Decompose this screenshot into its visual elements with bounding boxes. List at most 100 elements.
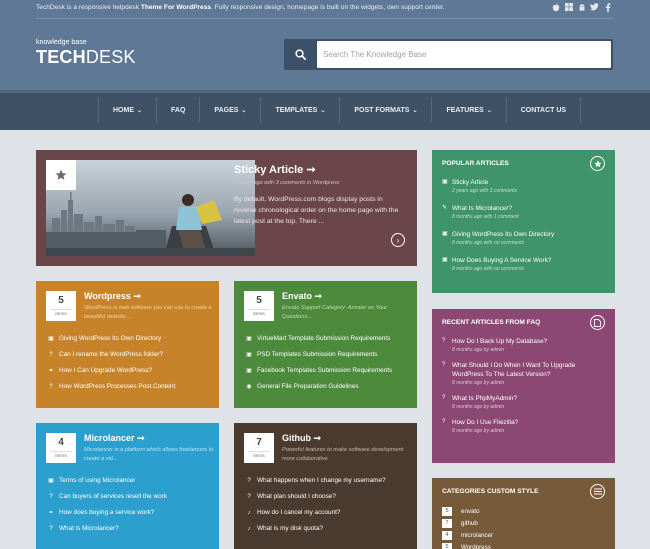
custom-category-link[interactable]: 7 github <box>442 517 607 529</box>
sidebar-article: ? What Is PhpMyAdmin? 8 months ago by admi… <box>442 394 607 411</box>
chevron-down-icon: ⌄ <box>241 107 247 114</box>
categories-custom-title: CATEGORIES CUSTOM STYLE <box>442 488 539 495</box>
facebook-icon[interactable] <box>603 3 612 12</box>
category-description: Powerful features to make software devel… <box>282 447 404 462</box>
site-logo[interactable]: TECHDESK <box>36 47 136 68</box>
category-article-link[interactable]: ◉ General File Preparation Guidelines <box>244 379 414 395</box>
sticky-read-more-button[interactable]: › <box>391 233 405 247</box>
sidebar-article-link[interactable]: ? How Do I Back Up My Database? <box>442 337 607 346</box>
logo-bold: TECH <box>36 47 86 67</box>
category-article-label: General File Preparation Guidelines <box>257 383 359 390</box>
category-article-link[interactable]: ? Can buyers of services resell the work <box>46 489 216 505</box>
category-title[interactable]: Microlancer ➞ <box>84 433 145 444</box>
custom-category-label: microlancer <box>461 531 493 539</box>
popular-articles-widget: POPULAR ARTICLES ▣ Sticky Article 2 years … <box>432 150 615 293</box>
nav-item-label: HOME <box>113 106 134 114</box>
sidebar-article-link[interactable]: ▣ How Does Buying A Service Work? <box>442 256 607 265</box>
category-count: 7 <box>256 437 262 448</box>
nav-item-features[interactable]: FEATURES ⌄ <box>431 97 505 123</box>
sidebar-article-link[interactable]: ✎ What Is Microlancer? <box>442 204 607 213</box>
category-card-github: 7 items Github ➞ Powerful features to make … <box>234 423 417 549</box>
gallery-icon: ▣ <box>442 257 448 263</box>
nav-item-pages[interactable]: PAGES ⌄ <box>199 97 260 123</box>
category-article-link[interactable]: ♪ What is my disk quota? <box>244 521 414 537</box>
category-article-link[interactable]: ▣ PSD Templates Submission Requirements <box>244 347 414 363</box>
search-button[interactable] <box>284 39 316 70</box>
category-article-link[interactable]: ▣ VirtueMart Template Submission Requirem… <box>244 331 414 347</box>
custom-category-count: 5 <box>442 506 452 516</box>
apple-icon[interactable] <box>551 3 560 12</box>
twitter-icon[interactable] <box>590 3 599 12</box>
category-article-list: ▣ Terms of using Microlancer? Can buyers o… <box>46 473 216 537</box>
sidebar-article-link[interactable]: ? What Should I Do When I Want To Upgrade… <box>442 361 607 379</box>
sidebar-article-link[interactable]: ? How Do I Use Filezilla? <box>442 418 607 427</box>
question-icon: ? <box>442 338 446 344</box>
windows-icon[interactable] <box>564 3 573 12</box>
sidebar-article: ▣ How Does Buying A Service Work? 8 months… <box>442 256 607 273</box>
sidebar-article-label: How Do I Back Up My Database? <box>452 338 548 345</box>
category-article-label: How I Can Upgrade WordPress? <box>59 367 152 374</box>
custom-category-link[interactable]: 4 microlancer <box>442 529 607 541</box>
category-article-link[interactable]: ? What plan should I choose? <box>244 489 414 505</box>
category-article-link[interactable]: ⚭ How does buying a service work? <box>46 505 216 521</box>
top-bar-text-bold: Theme For WordPress <box>140 4 212 11</box>
nav-item-label: CONTACT US <box>520 106 567 114</box>
top-bar-divider <box>36 18 614 19</box>
category-title[interactable]: Envato ➞ <box>282 291 322 302</box>
category-article-link[interactable]: ⚭ How I Can Upgrade WordPress? <box>46 363 216 379</box>
category-article-link[interactable]: ♪ How do I cancel my account? <box>244 505 414 521</box>
category-title[interactable]: Wordpress ➞ <box>84 291 141 302</box>
sidebar-article-meta: 2 years ago with 3 comments <box>452 188 518 194</box>
category-article-link[interactable]: ? Can I rename the WordPress folder? <box>46 347 216 363</box>
sidebar-article-link[interactable]: ▣ Sticky Article <box>442 178 607 187</box>
sidebar-article-link[interactable]: ▣ Giving WordPress Its Own Directory <box>442 230 607 239</box>
sticky-article-meta: 2 years ago with 3 comments in Wordpress <box>234 180 340 186</box>
category-title[interactable]: Github ➞ <box>282 433 321 444</box>
main-nav: HOME ⌄ FAQ PAGES ⌄ TEMPLATES ⌄ POST FORMATS ⌄ FEA… <box>0 90 650 130</box>
search-input[interactable] <box>317 41 611 68</box>
nav-item-templates[interactable]: TEMPLATES ⌄ <box>260 97 339 123</box>
sidebar-article: ✎ What Is Microlancer? 8 months ago with 1… <box>442 204 607 221</box>
category-card-envato: 5 items Envato ➞ Envato Support Category: A… <box>234 281 417 408</box>
nav-item-post-formats[interactable]: POST FORMATS ⌄ <box>339 97 431 123</box>
custom-category-label: github <box>461 519 478 527</box>
custom-category-link[interactable]: 5 envato <box>442 505 607 517</box>
sticky-article-image[interactable] <box>46 160 255 256</box>
sidebar-article-label: How Do I Use Filezilla? <box>452 419 519 426</box>
chevron-down-icon: ⌄ <box>486 107 492 114</box>
sticky-article-title[interactable]: Sticky Article ➞ <box>234 163 316 176</box>
nav-item-label: FAQ <box>171 106 186 114</box>
music-icon: ♪ <box>247 526 251 532</box>
camera-icon: ◉ <box>246 384 252 390</box>
custom-category-link[interactable]: 5 Wordpress <box>442 541 607 549</box>
star-icon <box>590 156 605 171</box>
category-article-link[interactable]: ? What is Microlancer? <box>46 521 216 537</box>
category-article-link[interactable]: ▣ Facebook Templates Submission Requireme… <box>244 363 414 379</box>
category-article-label: Terms of using Microlancer <box>59 477 136 484</box>
category-article-label: Facebook Templates Submission Requiremen… <box>257 367 393 374</box>
sidebar-article-link[interactable]: ? What Is PhpMyAdmin? <box>442 394 607 403</box>
category-article-link[interactable]: ? What happens when I change my username? <box>244 473 414 489</box>
android-icon[interactable] <box>577 3 586 12</box>
sidebar-article-label: What Is PhpMyAdmin? <box>452 395 517 402</box>
category-article-label: What is Microlancer? <box>59 525 119 532</box>
custom-category-label: Wordpress <box>461 543 491 549</box>
category-article-link[interactable]: ▣ Giving WordPress Its Own Directory <box>46 331 216 347</box>
question-icon: ? <box>49 526 53 532</box>
music-icon: ♪ <box>247 510 251 516</box>
sidebar-article-meta: 8 months ago with no comments <box>452 240 524 246</box>
search-icon <box>294 49 306 60</box>
chevron-down-icon: ⌄ <box>137 107 143 114</box>
nav-item-contact-us[interactable]: CONTACT US <box>505 97 582 123</box>
nav-item-faq[interactable]: FAQ <box>156 97 199 123</box>
question-icon: ? <box>442 419 446 425</box>
main-nav-items: HOME ⌄ FAQ PAGES ⌄ TEMPLATES ⌄ POST FORMATS ⌄ FEA… <box>98 97 582 123</box>
list-icon <box>590 484 605 499</box>
category-article-link[interactable]: ? How WordPress Processes Post Content <box>46 379 216 395</box>
top-bar-text-mid: is a responsive helpdesk <box>64 4 141 11</box>
nav-item-home[interactable]: HOME ⌄ <box>98 97 156 123</box>
logo-tagline: knowledge base <box>36 39 87 46</box>
question-icon: ? <box>442 395 446 401</box>
category-article-link[interactable]: ▣ Terms of using Microlancer <box>46 473 216 489</box>
sidebar-article-meta: 8 months ago by admin <box>452 347 504 353</box>
